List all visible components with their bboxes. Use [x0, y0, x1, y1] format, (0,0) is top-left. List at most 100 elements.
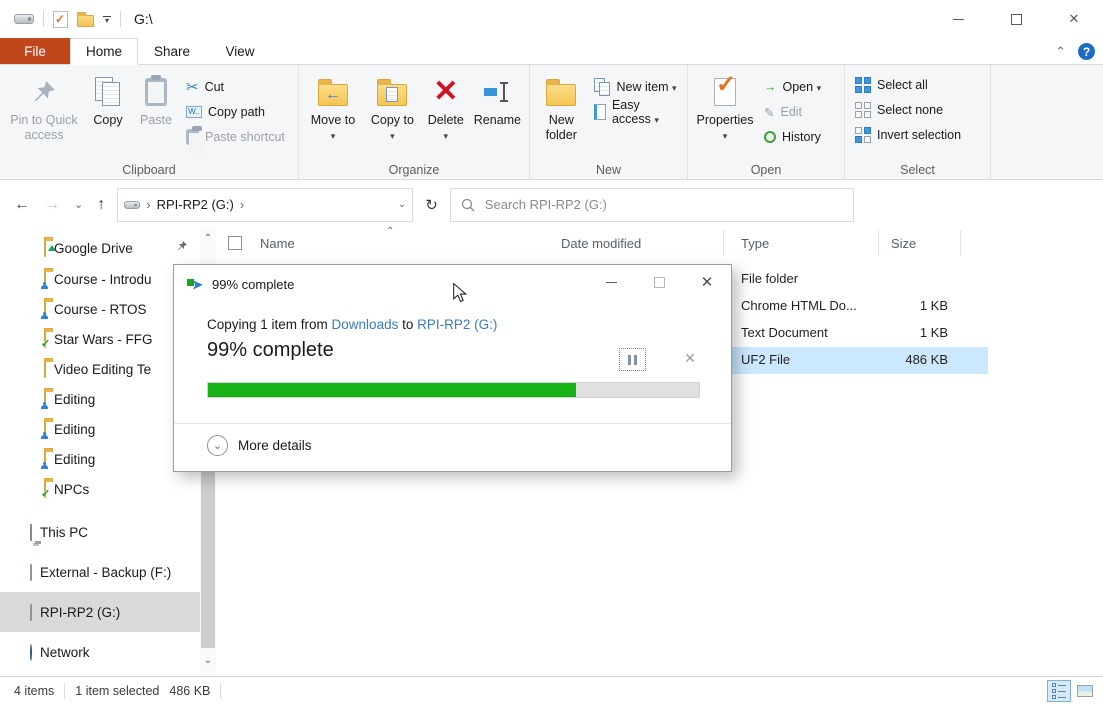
- open-icon: →: [764, 80, 777, 94]
- refresh-button[interactable]: ↻: [413, 196, 450, 214]
- paste-shortcut-icon: [186, 129, 199, 145]
- pin-to-quick-access-button[interactable]: Pin to Quick access: [4, 69, 84, 145]
- more-details-button[interactable]: ⌄ More details: [207, 435, 312, 456]
- select-none-icon: [855, 102, 871, 118]
- dialog-minimize-button[interactable]: [587, 265, 635, 299]
- close-icon: ✕: [701, 273, 714, 291]
- minimize-button[interactable]: [929, 0, 987, 38]
- sidebar-item-network[interactable]: Network: [0, 632, 200, 672]
- column-header-name[interactable]: Name: [260, 236, 295, 251]
- breadcrumb-drive[interactable]: RPI-RP2 (G:): [157, 197, 234, 212]
- sidebar-item-course-introduction[interactable]: Course - Introdu: [0, 264, 200, 294]
- column-headers: ⌃ Name Date modified Type Size: [216, 228, 1103, 260]
- pause-button[interactable]: [619, 348, 646, 371]
- copy-path-button[interactable]: W.. Copy path: [186, 102, 285, 122]
- new-folder-button[interactable]: New folder: [534, 69, 588, 145]
- details-view-button[interactable]: [1047, 680, 1071, 702]
- collapse-ribbon-button[interactable]: ⌃: [1055, 44, 1066, 60]
- sidebar-item-editing-1[interactable]: Editing: [0, 384, 200, 414]
- paste-icon: [145, 74, 167, 110]
- address-drive-icon: [124, 201, 140, 209]
- easy-access-icon: [594, 104, 605, 120]
- invert-selection-button[interactable]: Invert selection: [855, 125, 961, 145]
- maximize-icon: [1011, 14, 1022, 25]
- column-header-type[interactable]: Type: [741, 236, 769, 251]
- chevron-down-icon: ⌄: [207, 435, 228, 456]
- maximize-icon: [654, 277, 665, 288]
- tab-share[interactable]: Share: [138, 38, 206, 64]
- rename-button[interactable]: Rename: [470, 69, 525, 130]
- destination-folder-link[interactable]: RPI-RP2 (G:): [417, 317, 497, 332]
- edit-icon: ✎: [764, 105, 774, 120]
- maximize-button[interactable]: [987, 0, 1045, 38]
- scroll-down-arrow[interactable]: ⌄: [200, 652, 216, 668]
- help-button[interactable]: ?: [1078, 43, 1095, 60]
- tab-view[interactable]: View: [206, 38, 274, 64]
- ribbon-group-open: ✓ Properties▾ → Open ▾ ✎ Edit History Op…: [688, 65, 845, 179]
- copy-to-button[interactable]: Copy to ▾: [363, 69, 422, 146]
- sidebar-item-editing-3[interactable]: Editing: [0, 444, 200, 474]
- sidebar-item-npcs[interactable]: ✓ NPCs: [0, 474, 200, 504]
- large-icons-view-button[interactable]: [1073, 680, 1097, 702]
- cut-button[interactable]: ✂ Cut: [186, 77, 285, 97]
- cancel-copy-button[interactable]: ✕: [680, 350, 700, 367]
- rename-icon: [483, 74, 511, 110]
- address-bar[interactable]: › RPI-RP2 (G:) › ⌄: [117, 188, 413, 222]
- column-header-size[interactable]: Size: [891, 236, 916, 251]
- sidebar-item-editing-2[interactable]: Editing: [0, 414, 200, 444]
- properties-button[interactable]: ✓ Properties▾: [692, 69, 758, 146]
- source-folder-link[interactable]: Downloads: [332, 317, 399, 332]
- easy-access-button[interactable]: Easy access ▾: [594, 102, 677, 122]
- sidebar-item-this-pc[interactable]: This PC: [0, 512, 200, 552]
- paste-button[interactable]: Paste: [132, 69, 180, 130]
- sidebar-item-star-wars-ffg[interactable]: ✓ Star Wars - FFG: [0, 324, 200, 354]
- dialog-close-button[interactable]: ✕: [683, 265, 731, 299]
- tab-file[interactable]: File: [0, 38, 70, 64]
- move-to-button[interactable]: ← Move to ▾: [303, 69, 363, 146]
- new-item-icon: [594, 78, 610, 96]
- edit-button[interactable]: ✎ Edit: [764, 102, 821, 122]
- copy-button[interactable]: Copy: [84, 69, 132, 130]
- select-all-checkbox[interactable]: [228, 236, 242, 250]
- forward-button[interactable]: →: [44, 196, 60, 214]
- sidebar-item-rpi-rp2[interactable]: RPI-RP2 (G:): [0, 592, 200, 632]
- copy-path-icon: W..: [186, 106, 202, 118]
- new-folder-qat-icon[interactable]: [77, 15, 94, 27]
- search-box[interactable]: [450, 188, 854, 222]
- sidebar-item-video-editing[interactable]: Video Editing Te: [0, 354, 200, 384]
- select-none-button[interactable]: Select none: [855, 100, 961, 120]
- customize-qat-dropdown[interactable]: ▾: [103, 16, 111, 23]
- delete-button[interactable]: ✕ Delete▾: [422, 69, 470, 146]
- recent-locations-chevron[interactable]: ⌄: [74, 198, 83, 211]
- select-all-button[interactable]: Select all: [855, 75, 961, 95]
- ribbon-group-new: New folder New item ▾ Easy access ▾ New: [530, 65, 688, 179]
- dialog-maximize-button[interactable]: [635, 265, 683, 299]
- history-button[interactable]: History: [764, 127, 821, 147]
- group-label-organize: Organize: [299, 163, 529, 177]
- sidebar-item-external-backup[interactable]: External - Backup (F:): [0, 552, 200, 592]
- column-header-date-modified[interactable]: Date modified: [561, 236, 641, 251]
- paste-shortcut-button[interactable]: Paste shortcut: [186, 127, 285, 147]
- cut-icon: ✂: [186, 78, 199, 96]
- up-button[interactable]: ↑: [97, 196, 105, 214]
- ribbon-group-select: Select all Select none Invert selection …: [845, 65, 991, 179]
- back-button[interactable]: ←: [14, 196, 30, 214]
- sidebar-item-course-rtos[interactable]: Course - RTOS: [0, 294, 200, 324]
- invert-selection-icon: [855, 127, 871, 143]
- sidebar-item-google-drive[interactable]: Google Drive: [0, 232, 200, 264]
- search-icon: [461, 198, 475, 212]
- group-label-clipboard: Clipboard: [0, 163, 298, 177]
- tab-home[interactable]: Home: [70, 38, 138, 65]
- progress-fill: [208, 383, 576, 397]
- folder-icon: [44, 362, 46, 377]
- shared-folder-icon: [44, 452, 46, 467]
- dialog-title: 99% complete: [212, 277, 294, 292]
- scroll-up-arrow[interactable]: ⌃: [200, 230, 216, 246]
- address-dropdown-chevron[interactable]: ⌄: [398, 199, 406, 210]
- search-input[interactable]: [485, 197, 843, 212]
- open-button[interactable]: → Open ▾: [764, 77, 821, 97]
- synced-folder-icon: ✓: [44, 332, 46, 347]
- close-button[interactable]: ✕: [1045, 0, 1103, 38]
- new-item-button[interactable]: New item ▾: [594, 77, 677, 97]
- properties-qat-icon[interactable]: [53, 11, 68, 28]
